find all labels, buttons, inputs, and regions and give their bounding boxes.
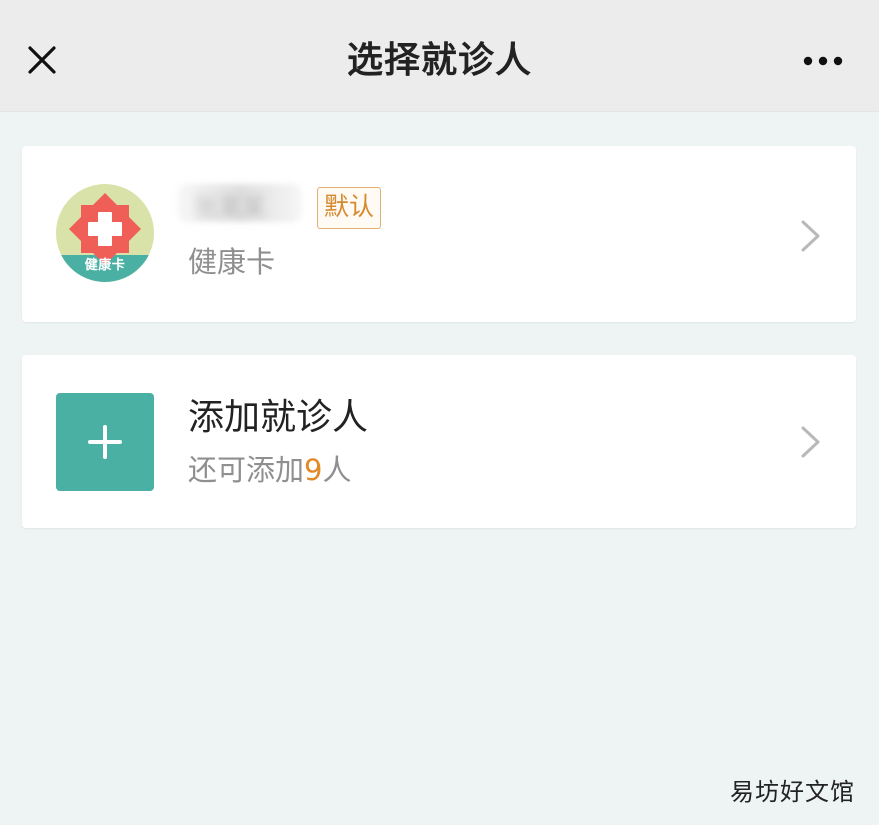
- plus-icon: [88, 425, 122, 459]
- more-options-button[interactable]: [795, 42, 851, 80]
- remaining-suffix: 人: [322, 453, 352, 487]
- chevron-right-icon: [801, 220, 820, 252]
- patient-name: 张某某: [194, 193, 266, 221]
- default-badge: 默认: [317, 187, 381, 229]
- health-card-avatar: 健康卡: [56, 184, 154, 282]
- health-card-avatar-label: 健康卡: [84, 258, 126, 273]
- watermark-text: 易坊好文馆: [730, 778, 855, 806]
- add-patient-plus-box: [56, 393, 154, 491]
- page-title: 选择就诊人: [346, 40, 532, 81]
- chevron-right-icon: [801, 426, 820, 458]
- patient-card[interactable]: 健康卡 张某某 默认 健康卡: [22, 146, 856, 322]
- patient-card-type: 健康卡: [188, 245, 276, 279]
- add-patient-card[interactable]: 添加就诊人 还可添加9人: [22, 355, 856, 528]
- remaining-add-count-text: 还可添加9人: [188, 452, 351, 488]
- remaining-prefix: 还可添加: [188, 453, 305, 487]
- top-bar: 选择就诊人: [0, 0, 879, 112]
- more-horizontal-icon: [803, 56, 843, 66]
- remaining-count: 9: [304, 453, 323, 487]
- add-patient-title: 添加就诊人: [188, 397, 369, 438]
